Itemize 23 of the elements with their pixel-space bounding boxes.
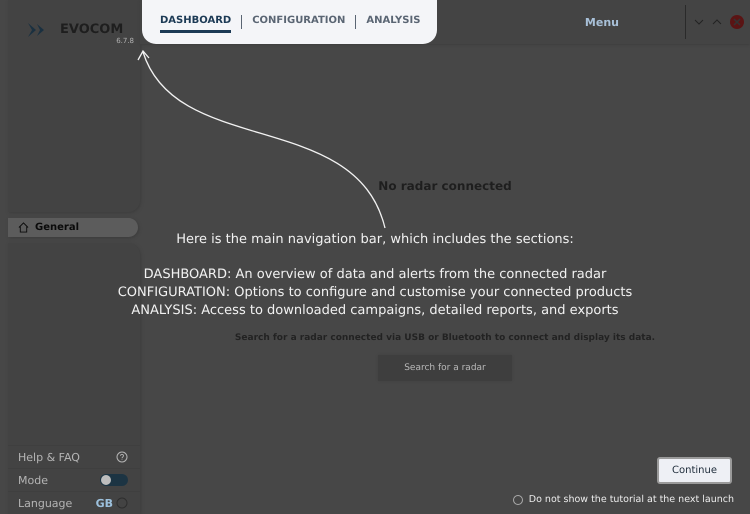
language-label: Language (18, 496, 72, 510)
help-icon[interactable] (116, 451, 128, 463)
mode-toggle[interactable] (100, 474, 128, 486)
close-icon[interactable] (730, 15, 744, 29)
tutorial-line: CONFIGURATION: Options to configure and customise your connected products (118, 285, 632, 300)
help-link[interactable]: Help & FAQ (18, 450, 80, 464)
chevron-down-icon[interactable] (694, 18, 704, 26)
menu-dropdown[interactable]: Menu (578, 14, 625, 30)
tutorial-line: ANALYSIS: Access to downloaded campaigns, detailed reports, and exports (131, 303, 619, 318)
radio-button[interactable] (512, 494, 523, 504)
continue-button[interactable]: Continue (657, 457, 732, 484)
nav-tab[interactable]: DASHBOARD (160, 11, 232, 33)
chevron-up-icon[interactable] (712, 18, 722, 26)
dont-show-label[interactable]: Do not show the tutorial at the next launch (528, 494, 734, 505)
tutorial-intro: Here is the main navigation bar, which includes the sections: (176, 232, 574, 247)
language-value[interactable]: GB (96, 496, 113, 510)
mode-label: Mode (18, 474, 48, 486)
nav-tab[interactable]: ANALYSIS (366, 11, 420, 33)
nav-tab[interactable]: CONFIGURATION (252, 11, 346, 33)
search-radar-button[interactable]: Search for a radar (378, 355, 512, 381)
tutorial-line: DASHBOARD: An overview of data and alerts from the connected radar (144, 267, 606, 282)
sidebar-item[interactable]: General (8, 218, 138, 237)
home-icon (18, 222, 29, 233)
